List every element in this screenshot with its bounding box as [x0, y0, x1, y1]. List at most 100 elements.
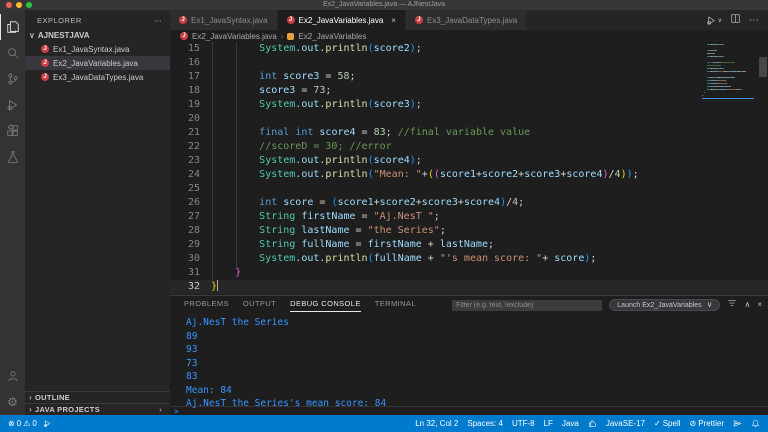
code-line[interactable]: 20	[170, 112, 768, 126]
explorer-more-icon[interactable]: ⋯	[154, 16, 162, 25]
panel-tab-output[interactable]: OUTPUT	[243, 296, 276, 312]
run-debug-icon[interactable]	[0, 92, 25, 118]
editor-scrollbar[interactable]	[759, 57, 767, 77]
panel-header: PROBLEMS OUTPUT DEBUG CONSOLE TERMINAL Laun…	[170, 296, 768, 312]
debug-status-icon[interactable]	[43, 419, 52, 428]
minimap-line	[702, 47, 754, 48]
status-bar: ⊗ 0 ⚠ 0 Ln 32, Col 2 Spaces: 4 UTF-8 LF …	[0, 415, 768, 432]
chevron-down-icon: ∨	[29, 31, 35, 40]
minimap[interactable]	[702, 44, 754, 99]
code-line[interactable]: 32}	[170, 280, 768, 294]
code-line[interactable]: 19 System.out.println(score3);	[170, 98, 768, 112]
prettier-status[interactable]: ⊘ Prettier	[690, 419, 725, 428]
code-line[interactable]: 16	[170, 56, 768, 70]
chevron-right-icon[interactable]: ›	[159, 405, 162, 414]
minimap-line	[702, 77, 754, 78]
debug-output-line: 93	[186, 343, 386, 357]
line-number: 20	[170, 112, 200, 126]
breadcrumb-symbol[interactable]: Ex2_JavaVariables	[298, 32, 366, 41]
sidebar-section-java-projects[interactable]: ›JAVA PROJECTS›	[25, 403, 170, 415]
explorer-icon[interactable]	[0, 14, 25, 40]
language-mode[interactable]: Java	[562, 419, 579, 428]
code-line[interactable]: 31 }	[170, 266, 768, 280]
launch-config-label: Launch Ex2_JavaVariables	[617, 302, 701, 309]
debug-output-line: 89	[186, 330, 386, 344]
line-number: 27	[170, 210, 200, 224]
indentation-status[interactable]: Spaces: 4	[467, 419, 503, 428]
code-line[interactable]: 29 String fullName = firstName + lastNam…	[170, 238, 768, 252]
editor-tab[interactable]: JEx1_JavaSyntax.java	[170, 10, 278, 30]
minimap-line	[702, 95, 754, 96]
title-bar: Ex2_JavaVariables.java — AJNestJava	[0, 0, 768, 10]
bottom-panel: PROBLEMS OUTPUT DEBUG CONSOLE TERMINAL Laun…	[170, 295, 768, 415]
panel-filter-icon[interactable]	[727, 298, 737, 312]
debug-console-input[interactable]: >	[170, 406, 768, 415]
code-line[interactable]: 28 String lastName = "the Series";	[170, 224, 768, 238]
eol-status[interactable]: LF	[544, 419, 553, 428]
problems-status[interactable]: ⊗ 0 ⚠ 0	[8, 419, 37, 428]
folder-root[interactable]: ∨ AJNESTJAVA	[25, 29, 170, 42]
line-number: 28	[170, 224, 200, 238]
file-item[interactable]: JEx1_JavaSyntax.java	[25, 42, 170, 56]
code-line[interactable]: 30 System.out.println(fullName + "'s mea…	[170, 252, 768, 266]
editor-more-icon[interactable]: ⋯	[749, 15, 760, 26]
minimap-line	[702, 80, 754, 81]
code-text: String fullName = firstName + lastName;	[211, 238, 494, 252]
launch-config-select[interactable]: Launch Ex2_JavaVariables ∨	[609, 299, 720, 311]
line-number: 32	[170, 280, 200, 294]
code-line[interactable]: 27 String firstName = "Aj.NesT ";	[170, 210, 768, 224]
file-item[interactable]: JEx2_JavaVariables.java	[25, 56, 170, 70]
account-icon[interactable]	[0, 363, 25, 389]
testing-icon[interactable]	[0, 144, 25, 170]
notifications-bell-icon[interactable]	[751, 419, 760, 428]
code-line[interactable]: 23 System.out.println(score4);	[170, 154, 768, 168]
code-line[interactable]: 26 int score = (score1+score2+score3+sco…	[170, 196, 768, 210]
line-number: 24	[170, 168, 200, 182]
tab-label: Ex1_JavaSyntax.java	[191, 16, 268, 25]
settings-gear-icon[interactable]: ⚙	[0, 389, 25, 415]
code-text: System.out.println(score4);	[211, 154, 422, 168]
close-tab-icon[interactable]: ×	[391, 16, 396, 25]
code-line[interactable]: 24 System.out.println("Mean: "+((score1+…	[170, 168, 768, 182]
panel-tab-terminal[interactable]: TERMINAL	[375, 296, 416, 312]
breadcrumb-file[interactable]: Ex2_JavaVariables.java	[192, 32, 277, 41]
maximize-panel-icon[interactable]: ∧	[744, 299, 750, 311]
java-file-icon: J	[41, 45, 49, 53]
code-text: int score = (score1+score2+score3+score4…	[211, 196, 524, 210]
chevron-right-icon: ›	[281, 32, 284, 41]
editor-tab[interactable]: JEx2_JavaVariables.java×	[278, 10, 406, 30]
code-line[interactable]: 17 int score3 = 58;	[170, 70, 768, 84]
encoding-status[interactable]: UTF-8	[512, 419, 535, 428]
split-editor-icon[interactable]	[730, 11, 741, 29]
run-dropdown-icon[interactable]: ∨	[718, 17, 722, 24]
debug-output-line: Aj.NesT the Series	[186, 316, 386, 330]
code-editor[interactable]: 15 System.out.println(score2);1617 int s…	[170, 42, 768, 295]
close-panel-icon[interactable]: ×	[757, 299, 762, 311]
search-icon[interactable]	[0, 40, 25, 66]
file-item-label: Ex3_JavaDataTypes.java	[53, 73, 143, 82]
jdk-status[interactable]: JavaSE-17	[606, 419, 645, 428]
extensions-icon[interactable]	[0, 118, 25, 144]
code-line[interactable]: 21 final int score4 = 83; //final variab…	[170, 126, 768, 140]
debug-filter-input[interactable]	[452, 300, 602, 311]
code-text: }	[211, 266, 241, 280]
spell-status[interactable]: ✓ Spell	[654, 419, 681, 428]
java-server-status-icon[interactable]	[588, 419, 597, 428]
feedback-icon[interactable]	[733, 419, 742, 428]
cursor-position[interactable]: Ln 32, Col 2	[415, 419, 458, 428]
editor-tab[interactable]: JEx3_JavaDataTypes.java	[406, 10, 527, 30]
code-line[interactable]: 18 score3 = 73;	[170, 84, 768, 98]
code-line[interactable]: 22 //scoreD = 30; //error	[170, 140, 768, 154]
source-control-icon[interactable]	[0, 66, 25, 92]
code-line[interactable]: 25	[170, 182, 768, 196]
run-java-button[interactable]: ∨	[706, 15, 722, 26]
minimap-line	[702, 89, 754, 90]
panel-tab-problems[interactable]: PROBLEMS	[184, 296, 229, 312]
panel-tab-debug-console[interactable]: DEBUG CONSOLE	[290, 296, 361, 312]
code-line[interactable]: 15 System.out.println(score2);	[170, 42, 768, 56]
minimap-line	[702, 56, 754, 57]
sidebar-section-outline[interactable]: ›OUTLINE	[25, 391, 170, 403]
minimap-line	[702, 65, 754, 66]
file-item[interactable]: JEx3_JavaDataTypes.java	[25, 70, 170, 84]
section-label: JAVA PROJECTS	[35, 405, 100, 414]
